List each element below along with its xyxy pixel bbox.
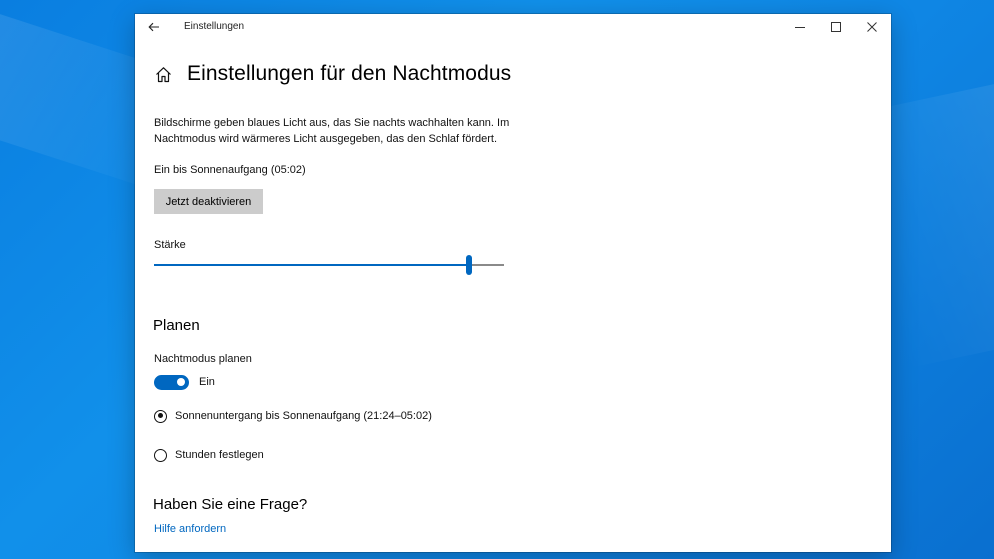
get-help-link[interactable]: Hilfe anfordern: [154, 523, 226, 535]
strength-slider[interactable]: [154, 255, 504, 275]
radio-button[interactable]: [154, 448, 167, 462]
close-icon: [867, 22, 877, 32]
help-heading: Haben Sie eine Frage?: [153, 496, 308, 513]
toggle-knob: [177, 378, 185, 386]
deactivate-now-button[interactable]: Jetzt deaktivieren: [154, 189, 263, 214]
schedule-heading: Planen: [153, 317, 200, 334]
page-title: Einstellungen für den Nachtmodus: [187, 62, 512, 85]
window-title: Einstellungen: [184, 21, 245, 32]
home-icon: [155, 66, 171, 82]
settings-window: Einstellungen Einstellungen für den Nach…: [135, 14, 891, 552]
radio-label: Sonnenuntergang bis Sonnenaufgang (21:24…: [175, 410, 432, 422]
maximize-icon: [831, 22, 841, 32]
minimize-button[interactable]: [783, 14, 817, 40]
schedule-toggle[interactable]: [154, 374, 189, 390]
radio-button[interactable]: [154, 409, 167, 423]
night-light-status: Ein bis Sonnenaufgang (05:02): [154, 164, 306, 176]
radio-sunset-to-sunrise[interactable]: Sonnenuntergang bis Sonnenaufgang (21:24…: [154, 408, 432, 424]
strength-label: Stärke: [154, 239, 186, 251]
slider-thumb[interactable]: [466, 255, 472, 275]
radio-set-hours[interactable]: Stunden festlegen: [154, 447, 264, 463]
slider-track-fill: [154, 264, 469, 266]
close-button[interactable]: [855, 14, 889, 40]
minimize-icon: [795, 27, 805, 28]
page-header: Einstellungen für den Nachtmodus: [153, 59, 511, 89]
schedule-toggle-row: Ein: [154, 374, 215, 390]
night-light-description: Bildschirme geben blaues Licht aus, das …: [154, 117, 510, 145]
radio-label: Stunden festlegen: [175, 449, 264, 461]
back-arrow-icon: [148, 22, 159, 32]
home-button[interactable]: [153, 64, 173, 84]
schedule-toggle-label: Nachtmodus planen: [154, 353, 252, 365]
title-bar[interactable]: Einstellungen: [135, 14, 891, 40]
toggle-state-label: Ein: [199, 376, 215, 388]
back-button[interactable]: [141, 16, 167, 38]
maximize-button[interactable]: [819, 14, 853, 40]
